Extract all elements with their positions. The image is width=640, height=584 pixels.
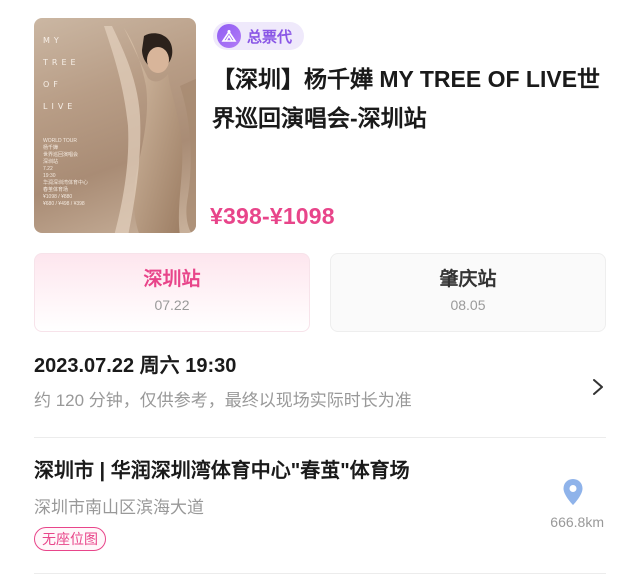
city-date: 07.22 [154,297,190,313]
venue-row[interactable]: 深圳市 | 华润深圳湾体育中心"春茧"体育场 深圳市南山区滨海大道 无座位图 6… [34,456,606,566]
venue-address: 深圳市南山区滨海大道 [34,498,204,517]
location-pin-icon[interactable] [562,478,584,506]
city-name: 肇庆站 [439,269,497,290]
divider [34,437,606,438]
city-option-zhaoqing[interactable]: 肇庆站 08.05 [330,253,606,332]
ticket-agent-icon [217,24,241,48]
ticket-agent-badge: 总票代 [213,22,305,50]
duration-note: 约 120 分钟，仅供参考，最终以现场实际时长为准 [34,391,412,410]
venue-name: 深圳市 | 华润深圳湾体育中心"春茧"体育场 [34,460,410,482]
city-selector: 深圳站 07.22 肇庆站 08.05 [34,253,606,332]
city-option-shenzhen[interactable]: 深圳站 07.22 [34,253,310,332]
event-header: MY TREE OF LIVE WORLD TOUR 杨千嬅 世界巡回演唱会 深… [0,0,640,245]
performer-image [104,26,196,233]
session-datetime: 2023.07.22 周六 19:30 [34,355,237,377]
event-title: 【深圳】杨千嬅 MY TREE OF LIVE世界巡回演唱会-深圳站 [212,66,601,131]
venue-distance: 666.8km [550,514,604,530]
price-range: ¥398-¥1098 [210,203,335,229]
chevron-right-icon [593,379,603,395]
event-poster[interactable]: MY TREE OF LIVE WORLD TOUR 杨千嬅 世界巡回演唱会 深… [34,18,196,233]
city-name: 深圳站 [143,269,201,290]
city-date: 08.05 [450,297,486,313]
no-seat-map-tag: 无座位图 [34,527,106,551]
badge-label: 总票代 [247,28,293,46]
session-time-row[interactable]: 2023.07.22 周六 19:30 约 120 分钟，仅供参考，最终以现场实… [34,352,606,432]
divider [34,573,606,574]
